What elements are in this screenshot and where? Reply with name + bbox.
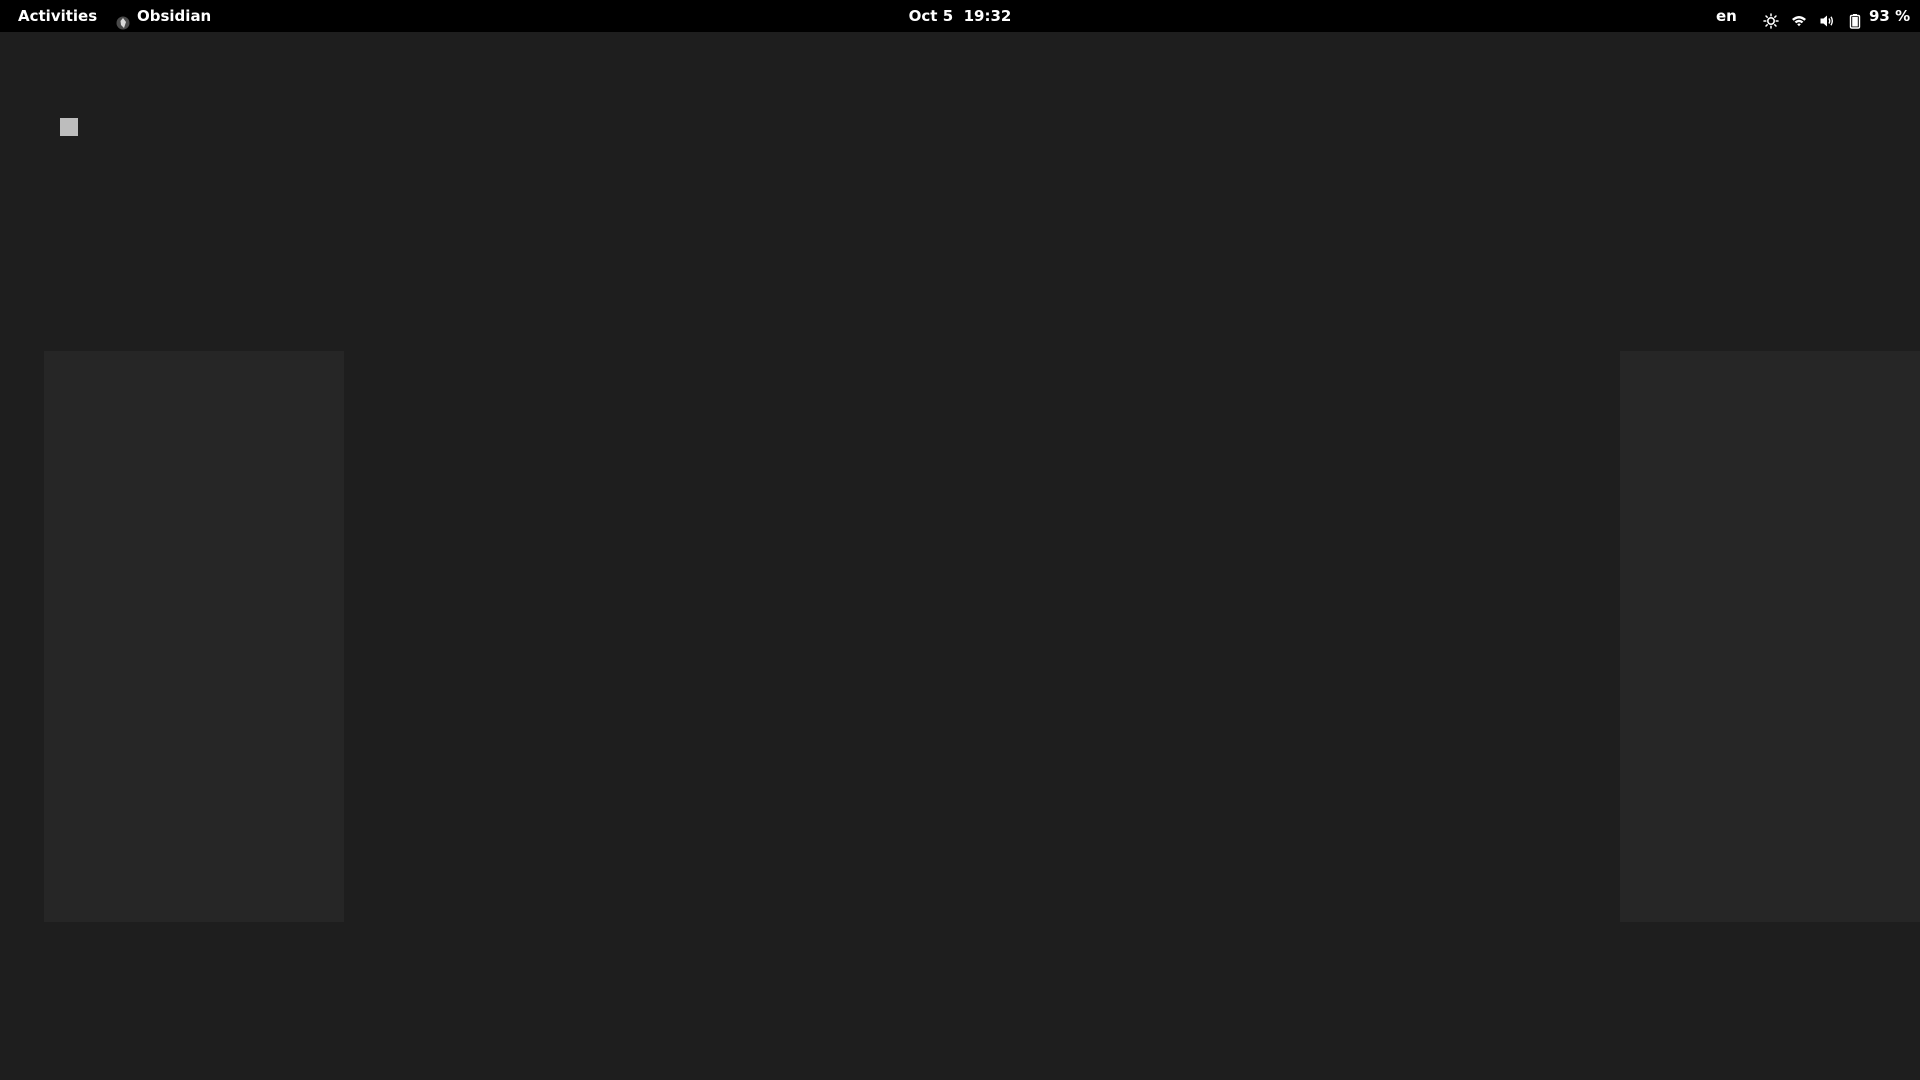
battery-icon <box>1847 8 1863 29</box>
language-indicator[interactable]: en <box>1716 0 1737 32</box>
obsidian-icon <box>116 9 130 30</box>
loading-indicator <box>60 118 78 136</box>
left-sidebar-placeholder <box>44 351 344 922</box>
right-sidebar-placeholder <box>1620 351 1920 922</box>
clock-container: Oct 5 19:32 <box>0 0 1920 32</box>
wifi-icon <box>1791 8 1807 27</box>
clock-button[interactable]: Oct 5 19:32 <box>909 7 1012 25</box>
app-menu-label: Obsidian <box>137 7 212 25</box>
top-bar: Activities Obsidian Oct 5 19:32 en 93 % <box>0 0 1920 32</box>
app-menu-button[interactable]: Obsidian <box>116 0 211 32</box>
system-tray[interactable]: 93 % <box>1763 0 1910 32</box>
brightness-icon <box>1763 8 1779 29</box>
obsidian-window <box>0 32 1920 1080</box>
battery-percent: 93 % <box>1869 7 1911 25</box>
volume-icon <box>1819 8 1835 27</box>
activities-button[interactable]: Activities <box>18 0 97 32</box>
